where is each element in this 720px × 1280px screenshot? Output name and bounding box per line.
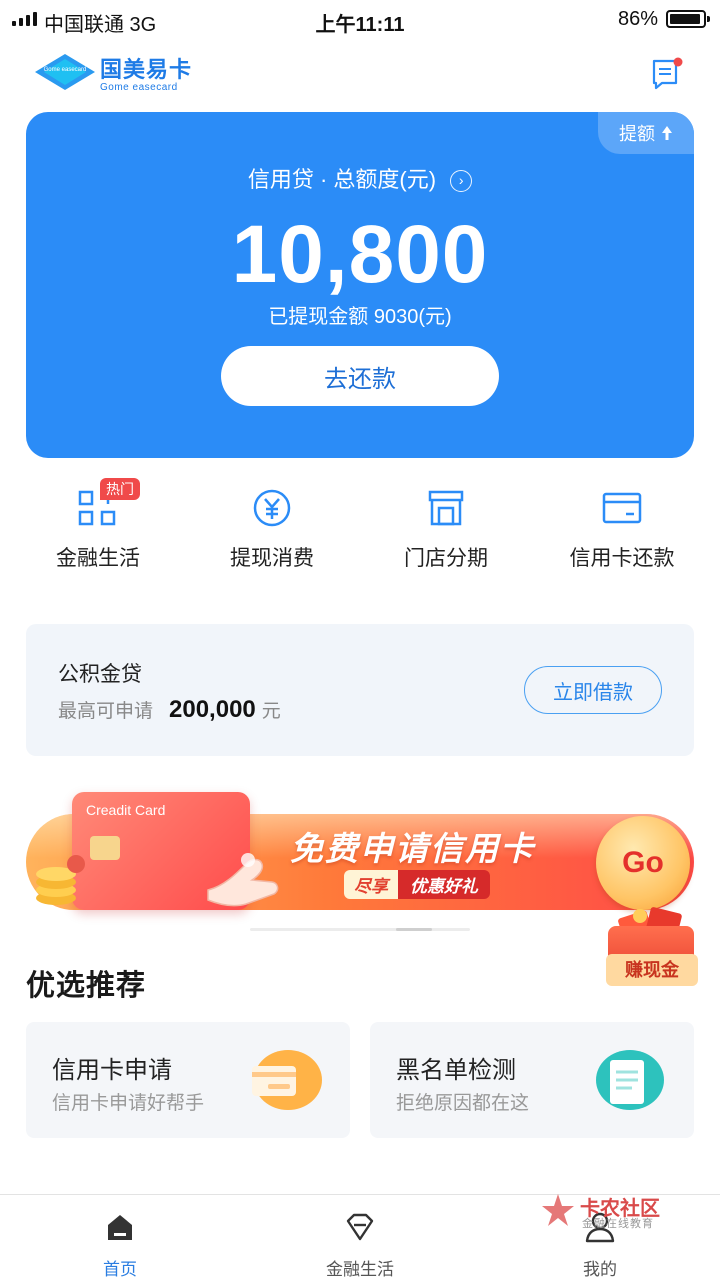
quick-actions: 金融生活 提现消费 门店分期 信用卡还款 [0,486,720,586]
watermark-subtitle: 金融在线教育 [582,1218,654,1230]
rec-card-blacklist-check[interactable]: 黑名单检测 拒绝原因都在这 [370,1022,694,1138]
raise-limit-button[interactable]: 提额 [598,112,694,154]
hand-pointer-icon [207,853,279,907]
recommendations-title: 优选推荐 [26,970,147,1002]
fund-loan-title: 公积金贷 [58,663,142,686]
raise-limit-label: 提额 [619,124,655,144]
quick-action-withdraw[interactable]: 提现消费 [182,486,362,572]
banner-headline: 免费申请信用卡 [290,830,535,867]
chip-icon [90,836,120,860]
rec-card-name: 信用卡申请 [52,1057,172,1084]
quick-action-label: 提现消费 [230,547,314,570]
logo-mark-text: Gome easecard [44,67,87,73]
card-icon [602,492,642,524]
fund-loan-card: 公积金贷 最高可申请 200,000 元 立即借款 [26,624,694,756]
rec-card-name: 黑名单检测 [396,1057,516,1084]
app-logo: Gome easecard 国美易卡 Gome easecard [34,52,193,93]
credit-title[interactable]: 信用贷 · 总额度(元) › [26,162,694,194]
battery-percent: 86% [617,8,658,30]
document-icon [596,1050,664,1110]
nav-label: 我的 [583,1260,617,1279]
coins-icon [36,855,85,905]
credit-limit-card: 提额 信用贷 · 总额度(元) › 10,800 已提现金额 9030(元) 去… [26,112,694,458]
nav-label: 首页 [103,1260,137,1279]
status-time: 上午11:11 [315,14,405,36]
arrow-up-icon [662,126,672,140]
banner-pager [250,928,470,931]
yuan-icon [253,489,291,527]
logo-mark-icon: Gome easecard [35,54,95,90]
logo-subtitle: Gome easecard [100,81,178,93]
banner-sub-text: 优惠好礼 [398,870,490,899]
quick-action-store-installment[interactable]: 门店分期 [356,486,536,572]
quick-action-label: 信用卡还款 [569,547,675,570]
withdrawn-amount: 已提现金额 9030(元) [268,306,452,328]
rec-card-desc: 拒绝原因都在这 [396,1093,530,1114]
quick-action-finance-life[interactable]: 金融生活 [8,486,188,572]
message-icon[interactable] [650,57,684,91]
store-icon [428,490,464,526]
credit-card-icon [252,1050,322,1110]
fund-loan-amount: 200,000 [169,696,256,723]
credit-amount: 10,800 [231,209,489,300]
quick-action-label: 金融生活 [56,547,140,570]
earn-cash-float-button[interactable]: 赚现金 [604,900,700,990]
nav-home[interactable]: 首页 [60,1211,180,1280]
fund-loan-sub-label: 最高可申请 [58,701,154,722]
watermark: 卡农社区 金融在线教育 [540,1192,700,1232]
banner-pager-active [396,928,432,931]
credit-title-label: 信用贷 · 总额度(元) [247,167,437,192]
banner-card-label: Creadit Card [86,802,166,818]
repay-button[interactable]: 去还款 [221,346,499,406]
status-bar: 中国联通 3G 上午11:11 86% [0,0,720,38]
banner-go-button[interactable]: Go [596,816,690,910]
nav-finance-life[interactable]: 金融生活 [300,1211,420,1280]
borrow-now-button[interactable]: 立即借款 [524,666,662,714]
home-icon [108,1215,132,1240]
banner-subline: 尽享 优惠好礼 [344,870,490,899]
fund-loan-unit: 元 [261,701,281,722]
hot-badge: 热门 [100,478,140,500]
quick-action-label: 门店分期 [404,547,488,570]
chevron-right-icon: › [450,170,473,192]
banner-sub-prefix: 尽享 [344,870,398,899]
earn-cash-label: 赚现金 [606,954,698,986]
diamond-icon [346,1213,374,1241]
logo-name: 国美易卡 [100,56,193,82]
battery-icon [666,10,710,28]
watermark-logo-icon [542,1194,574,1226]
rec-card-credit-apply[interactable]: 信用卡申请 信用卡申请好帮手 [26,1022,350,1138]
rec-card-desc: 信用卡申请好帮手 [52,1093,205,1114]
nav-label: 金融生活 [326,1260,394,1279]
quick-action-card-repay[interactable]: 信用卡还款 [532,486,712,572]
credit-card-promo-banner[interactable]: Creadit Card 免费申请信用卡 尽享 优惠好礼 Go [26,792,694,918]
fund-loan-limit: 最高可申请 200,000 元 [58,696,281,724]
